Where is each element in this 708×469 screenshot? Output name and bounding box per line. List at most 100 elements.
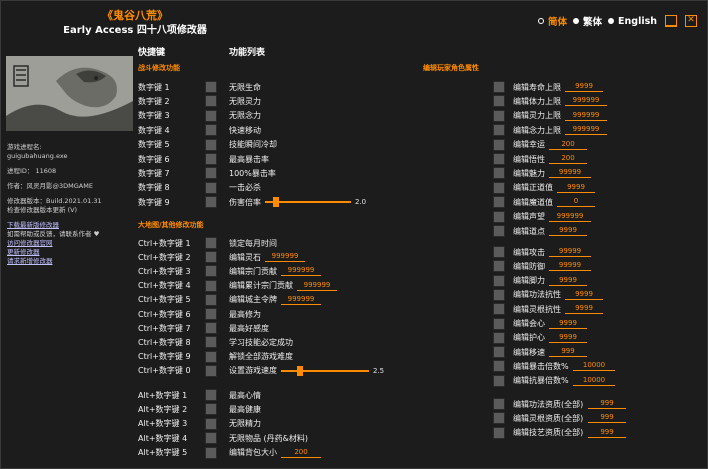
toggle-checkbox[interactable] xyxy=(493,124,505,137)
option-label: 编辑魅力 xyxy=(513,168,545,178)
value-input[interactable]: 999 xyxy=(588,428,626,438)
toggle-checkbox[interactable] xyxy=(493,225,505,237)
option-label: 编辑体力上限 xyxy=(513,96,561,106)
lang-simplified[interactable]: 简体 xyxy=(537,14,567,28)
option-label: 编辑幸运 xyxy=(513,140,545,150)
value-input[interactable]: 10000 xyxy=(573,376,615,386)
option-label: 编辑正道值 xyxy=(513,183,553,193)
close-button[interactable]: ✕ xyxy=(685,15,697,27)
option-row: 编辑移速 999 xyxy=(1,346,708,359)
option-label: 编辑背包大小 xyxy=(229,448,277,458)
option-row: 编辑灵根资质(全部) 999 xyxy=(1,412,708,425)
toggle-checkbox[interactable] xyxy=(493,167,505,180)
value-input[interactable]: 10000 xyxy=(573,361,615,372)
toggle-checkbox[interactable] xyxy=(493,95,505,108)
lang-english[interactable]: English xyxy=(608,16,657,27)
option-row: 编辑念力上限 999999 xyxy=(1,124,708,137)
toggle-checkbox[interactable] xyxy=(493,374,505,387)
option-row: 编辑体力上限 999999 xyxy=(1,95,708,108)
toggle-checkbox[interactable] xyxy=(493,398,505,410)
value-input[interactable]: 9999 xyxy=(565,290,603,300)
option-label: 编辑功法抗性 xyxy=(513,290,561,300)
section-combat: 战斗修改功能 xyxy=(138,64,180,72)
option-row: 编辑抗暴倍数% 10000 xyxy=(1,374,708,387)
value-input[interactable]: 999999 xyxy=(565,111,607,121)
option-row: 编辑正道值 9999 xyxy=(1,181,708,194)
value-input[interactable]: 999999 xyxy=(565,125,607,136)
value-input[interactable]: 9999 xyxy=(565,82,603,92)
toggle-checkbox[interactable] xyxy=(493,260,505,273)
toggle-checkbox[interactable] xyxy=(493,426,505,439)
value-input[interactable]: 0 xyxy=(557,197,595,208)
option-label: 编辑悟性 xyxy=(513,154,545,164)
language-switcher: 简体 繁体 English ✕ xyxy=(537,14,697,28)
column-headers: 快捷键 功能列表 xyxy=(138,45,265,58)
toggle-checkbox[interactable] xyxy=(493,196,505,209)
value-input[interactable]: 999 xyxy=(588,399,626,409)
toggle-checkbox[interactable] xyxy=(493,210,505,223)
option-row: 编辑寿命上限 9999 xyxy=(1,81,708,93)
option-row: 编辑护心 9999 xyxy=(1,331,708,344)
value-input[interactable]: 99999 xyxy=(549,168,591,179)
value-input[interactable]: 999 xyxy=(549,347,587,358)
value-input[interactable]: 9999 xyxy=(549,333,587,343)
option-label: 编辑暴击倍数% xyxy=(513,361,569,371)
minimize-button[interactable] xyxy=(665,15,677,27)
option-row: Alt+数字键 5 编辑背包大小 200 xyxy=(1,446,708,459)
trainer-window: 《鬼谷八荒》 Early Access 四十八项修改器 简体 繁体 Englis… xyxy=(0,0,708,469)
radio-selected-icon xyxy=(537,18,544,24)
option-row: 编辑悟性 200 xyxy=(1,153,708,165)
value-input[interactable]: 99999 xyxy=(549,247,591,257)
toggle-checkbox[interactable] xyxy=(493,412,505,425)
value-input[interactable]: 999999 xyxy=(565,96,607,107)
value-input[interactable]: 200 xyxy=(549,154,587,164)
close-icon: ✕ xyxy=(687,15,695,25)
value-input[interactable]: 200 xyxy=(281,448,321,458)
value-input[interactable]: 9999 xyxy=(549,226,587,236)
toggle-checkbox[interactable] xyxy=(493,81,505,93)
toggle-checkbox[interactable] xyxy=(493,153,505,165)
toggle-checkbox[interactable] xyxy=(493,288,505,301)
toggle-checkbox[interactable] xyxy=(493,138,505,151)
option-row: 编辑暴击倍数% 10000 xyxy=(1,360,708,373)
toggle-checkbox[interactable] xyxy=(205,446,217,459)
option-label: 编辑移速 xyxy=(513,347,545,357)
function-header: 功能列表 xyxy=(229,48,266,58)
value-input[interactable]: 9999 xyxy=(549,319,587,329)
option-label: 编辑技艺资质(全部) xyxy=(513,428,584,438)
toggle-checkbox[interactable] xyxy=(493,331,505,344)
option-label: 编辑功法资质(全部) xyxy=(513,399,584,409)
option-label: 编辑魔道值 xyxy=(513,197,553,207)
toggle-checkbox[interactable] xyxy=(493,346,505,359)
lang-label: 简体 xyxy=(547,17,567,28)
option-row: 编辑功法资质(全部) 999 xyxy=(1,398,708,410)
option-label: 编辑灵根抗性 xyxy=(513,304,561,314)
option-label: 编辑防御 xyxy=(513,261,545,271)
option-row: 编辑攻击 99999 xyxy=(1,246,708,258)
value-input[interactable]: 200 xyxy=(549,140,587,150)
toggle-checkbox[interactable] xyxy=(493,181,505,194)
option-label: 编辑念力上限 xyxy=(513,125,561,135)
option-label: 编辑灵力上限 xyxy=(513,111,561,121)
title-block: 《鬼谷八荒》 Early Access 四十八项修改器 xyxy=(1,9,269,38)
option-row: 编辑功法抗性 9999 xyxy=(1,288,708,301)
toggle-checkbox[interactable] xyxy=(493,246,505,258)
toggle-checkbox[interactable] xyxy=(493,303,505,316)
value-input[interactable]: 999 xyxy=(588,413,626,424)
option-row: 编辑灵根抗性 9999 xyxy=(1,303,708,316)
value-input[interactable]: 999999 xyxy=(549,212,591,222)
toggle-checkbox[interactable] xyxy=(493,274,505,287)
value-input[interactable]: 9999 xyxy=(565,304,603,315)
game-title: 《鬼谷八荒》 xyxy=(102,9,168,22)
lang-traditional[interactable]: 繁体 xyxy=(573,14,602,28)
option-label: 编辑灵根资质(全部) xyxy=(513,413,584,423)
toggle-checkbox[interactable] xyxy=(493,109,505,122)
option-row: 编辑技艺资质(全部) 999 xyxy=(1,426,708,439)
option-label: 编辑寿命上限 xyxy=(513,82,561,92)
toggle-checkbox[interactable] xyxy=(493,360,505,373)
toggle-checkbox[interactable] xyxy=(493,317,505,330)
value-input[interactable]: 9999 xyxy=(557,183,595,193)
section-player: 编辑玩家角色属性 xyxy=(423,64,479,72)
value-input[interactable]: 9999 xyxy=(549,276,587,286)
value-input[interactable]: 99999 xyxy=(549,261,591,272)
